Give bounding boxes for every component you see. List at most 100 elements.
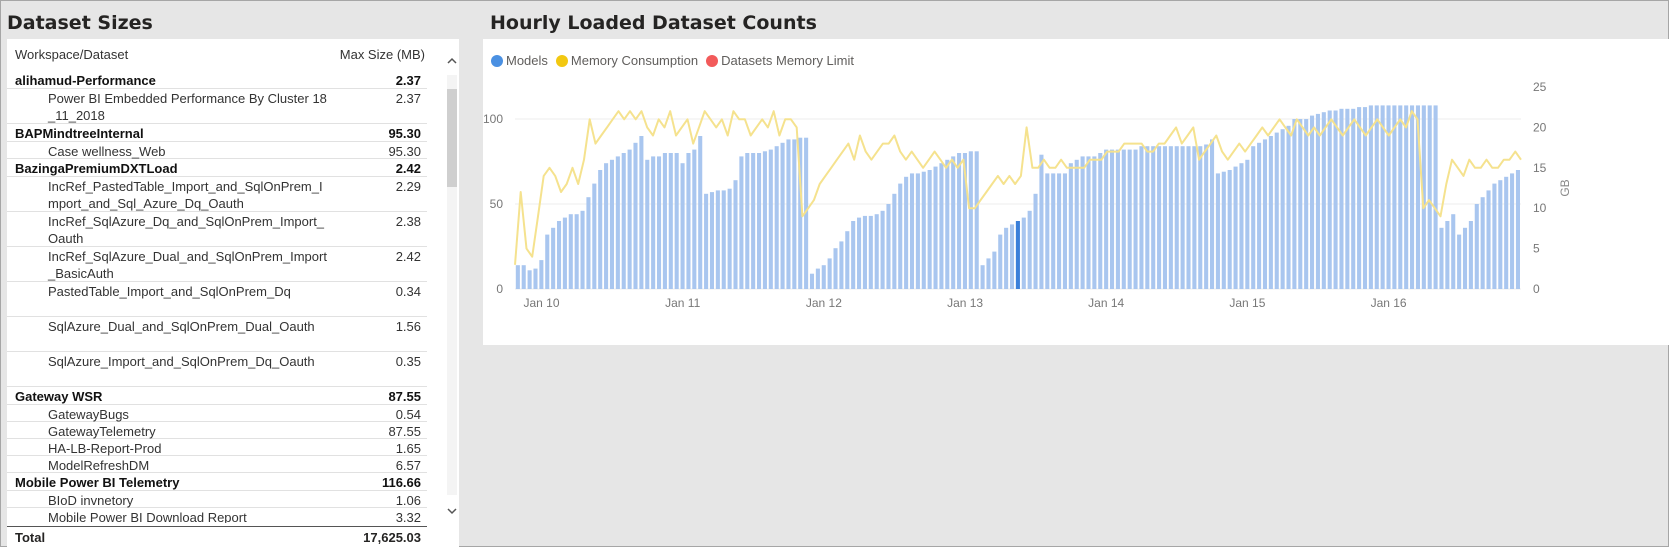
bar [1145, 146, 1150, 289]
x-tick-label: Jan 15 [1229, 296, 1265, 310]
dataset-name: GatewayTelemetry [48, 424, 156, 439]
bar [1109, 149, 1115, 289]
bar [1304, 119, 1309, 289]
bar [1480, 197, 1485, 289]
dataset-size: 0.35 [395, 354, 421, 369]
scroll-thumb[interactable] [447, 89, 457, 187]
bar [1121, 149, 1126, 289]
dataset-row[interactable]: GatewayTelemetry 87.55 [7, 422, 427, 439]
y-tick-label: 0 [496, 282, 503, 296]
bar [1368, 105, 1373, 290]
dataset-name: ModelRefreshDM [48, 458, 150, 473]
bar [739, 156, 744, 289]
dataset-row[interactable]: Mobile Power BI Download Report 3.32 [7, 508, 427, 523]
group-row[interactable]: Gateway WSR 87.55 [7, 387, 427, 405]
legend-item[interactable]: Memory Consumption [555, 53, 699, 68]
legend-label: Memory Consumption [570, 53, 699, 68]
dataset-row[interactable]: BIoD invnetory 1.06 [7, 491, 427, 508]
bar [1033, 193, 1038, 289]
bar [645, 159, 650, 289]
y-tick-label: 100 [483, 112, 503, 126]
bar [857, 217, 862, 289]
table-scrollbar[interactable] [445, 51, 459, 521]
dataset-row[interactable]: PastedTable_Import_and_SqlOnPrem_Dq 0.34 [7, 282, 427, 317]
column-header-max-size[interactable]: Max Size (MB) [340, 47, 425, 62]
bar [827, 258, 832, 289]
bar [780, 142, 785, 289]
bar [586, 197, 591, 289]
bar [1398, 105, 1403, 290]
bar [1180, 146, 1185, 289]
dataset-row[interactable]: IncRef_SqlAzure_Dual_and_SqlOnPrem_Impor… [7, 247, 427, 282]
dataset-name: SqlAzure_Dual_and_SqlOnPrem_Dual_Oauth [48, 319, 315, 334]
bar [927, 170, 932, 289]
bar [1357, 107, 1362, 289]
dataset-row[interactable]: IncRef_PastedTable_Import_and_SqlOnPrem_… [7, 177, 427, 212]
bar [1227, 170, 1232, 289]
bar [1251, 146, 1256, 289]
bar [1451, 214, 1456, 289]
bar [651, 156, 656, 289]
dataset-row[interactable]: ModelRefreshDM 6.57 [7, 456, 427, 473]
bar [957, 153, 962, 289]
scroll-down-icon[interactable] [445, 505, 459, 519]
y2-tick-label: 10 [1533, 201, 1547, 215]
bar [1221, 171, 1226, 289]
column-header-workspace-dataset[interactable]: Workspace/Dataset [15, 47, 128, 62]
group-row[interactable]: Mobile Power BI Telemetry 116.66 [7, 473, 427, 491]
bar [909, 173, 915, 289]
dataset-row[interactable]: Power BI Embedded Performance By Cluster… [7, 89, 427, 124]
legend-item[interactable]: Datasets Memory Limit [706, 53, 854, 68]
bar [1327, 110, 1332, 289]
bar [1192, 146, 1197, 289]
group-name: Mobile Power BI Telemetry [15, 475, 180, 490]
bar [715, 190, 720, 289]
bar [898, 183, 903, 289]
bar [592, 183, 597, 289]
bar [886, 204, 891, 289]
dataset-size: 0.54 [395, 407, 421, 422]
group-row[interactable]: alihamud-Performance 2.37 [7, 71, 427, 89]
bar [1157, 146, 1162, 289]
group-size: 87.55 [388, 389, 421, 404]
y-tick-label: 50 [490, 197, 504, 211]
bar [1162, 146, 1168, 289]
dataset-name: BIoD invnetory [48, 493, 134, 508]
bar [845, 231, 850, 289]
dataset-name: SqlAzure_Import_and_SqlOnPrem_Dq_Oauth [48, 354, 315, 369]
dataset-row[interactable]: SqlAzure_Import_and_SqlOnPrem_Dq_Oauth 0.… [7, 352, 427, 387]
bar [562, 217, 567, 289]
bar [1345, 108, 1350, 289]
group-row[interactable]: BAPMindtreeInternal 95.30 [7, 124, 427, 142]
dataset-size: 1.65 [395, 441, 421, 456]
total-row: Total 17,625.03 [7, 526, 427, 547]
bar [974, 151, 979, 289]
dataset-size: 2.42 [395, 249, 421, 264]
scroll-up-icon[interactable] [445, 55, 459, 69]
y2-axis-label: GB [1558, 179, 1572, 196]
bar [692, 149, 697, 289]
bar [998, 234, 1003, 289]
bar [580, 210, 585, 289]
bar [1333, 110, 1338, 289]
group-row[interactable]: BazingaPremiumDXTLoad 2.42 [7, 159, 427, 177]
dataset-row[interactable]: SqlAzure_Dual_and_SqlOnPrem_Dual_Oauth 1.… [7, 317, 427, 352]
bar [904, 176, 909, 289]
bar [809, 273, 815, 289]
bar [1280, 129, 1285, 289]
y2-tick-label: 25 [1533, 80, 1547, 94]
bar [1374, 105, 1379, 290]
dataset-row[interactable]: IncRef_SqlAzure_Dq_and_SqlOnPrem_Import_… [7, 212, 427, 247]
group-size: 95.30 [388, 126, 421, 141]
dataset-row[interactable]: Case wellness_Web 95.30 [7, 142, 427, 159]
legend-label: Datasets Memory Limit [721, 53, 854, 68]
legend-item[interactable]: Models [491, 53, 548, 68]
bar [1380, 105, 1385, 290]
dataset-row[interactable]: GatewayBugs 0.54 [7, 405, 427, 422]
bar [545, 234, 550, 289]
group-size: 2.37 [395, 73, 421, 88]
bar [551, 227, 556, 289]
bar [709, 192, 715, 289]
legend-dot-icon [706, 55, 719, 67]
dataset-row[interactable]: HA-LB-Report-Prod 1.65 [7, 439, 427, 456]
